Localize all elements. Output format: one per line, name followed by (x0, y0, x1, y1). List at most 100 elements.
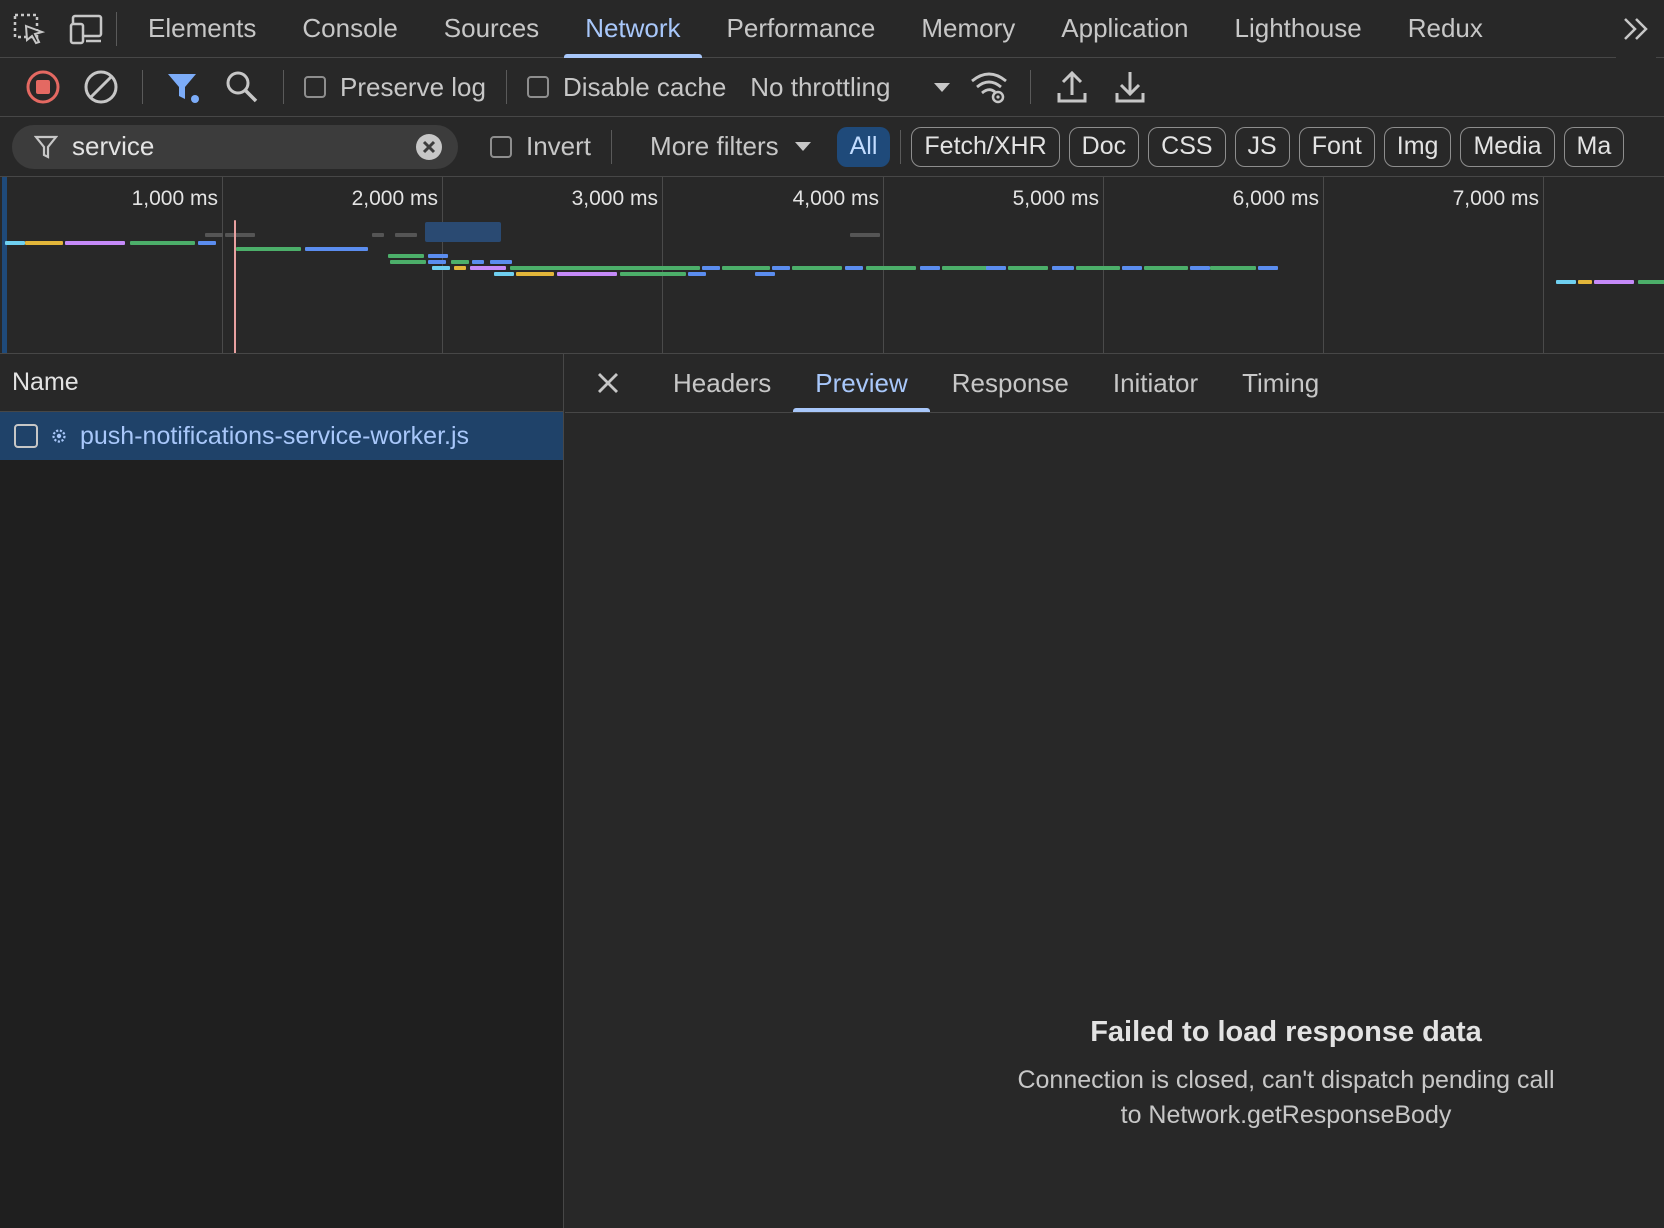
disable-cache-label: Disable cache (562, 71, 727, 102)
overview-request-bar (1210, 266, 1256, 270)
clear-filter-icon[interactable] (414, 132, 444, 162)
empty-preview-message: Failed to load response data Connection … (1011, 1016, 1561, 1133)
overview-request-bar (130, 241, 195, 245)
overview-request-bar (65, 241, 125, 245)
overview-request-bar (1076, 266, 1120, 270)
overview-request-bar (1594, 280, 1634, 284)
overview-request-bar (1144, 266, 1188, 270)
more-tabs-chevron-icon[interactable] (1616, 0, 1656, 58)
clear-icon[interactable] (72, 62, 130, 112)
tab-elements[interactable]: Elements (125, 0, 279, 58)
checkbox-box[interactable] (490, 135, 512, 158)
network-toolbar: Preserve log Disable cache No throttling (0, 58, 1664, 117)
row-checkbox[interactable] (14, 424, 38, 448)
tab-initiator[interactable]: Initiator (1091, 354, 1220, 412)
overview-request-bar (205, 233, 223, 237)
overview-request-bar (490, 260, 512, 264)
overview-gridline (442, 177, 443, 353)
toolbar-divider (283, 70, 284, 104)
request-list: Name push-notifications-service-worker.j… (0, 354, 564, 1228)
toolbar-divider (505, 70, 507, 104)
chip-media[interactable]: Media (1460, 126, 1555, 167)
tab-timing[interactable]: Timing (1220, 354, 1341, 412)
tab-preview[interactable]: Preview (793, 354, 931, 412)
name-column-header[interactable]: Name (0, 354, 563, 412)
preserve-log-label: Preserve log (340, 71, 486, 102)
toolbar-divider (116, 11, 117, 46)
overview-request-bar (428, 260, 446, 264)
table-row[interactable]: push-notifications-service-worker.js (0, 412, 563, 460)
overview-request-bar (557, 272, 617, 276)
invert-checkbox[interactable]: Invert (482, 131, 599, 162)
tab-performance[interactable]: Performance (704, 0, 899, 58)
chip-fetch-xhr[interactable]: Fetch/XHR (911, 126, 1060, 167)
overview-request-bar (432, 266, 450, 270)
overview-request-bar (198, 241, 216, 245)
overview-tick-label: 1,000 ms (131, 187, 218, 210)
tab-console[interactable]: Console (279, 0, 420, 58)
more-filters-dropdown[interactable]: More filters (624, 131, 831, 162)
stop-recording-icon[interactable] (14, 62, 72, 112)
chip-doc[interactable]: Doc (1068, 126, 1140, 167)
filter-active-icon[interactable] (155, 62, 213, 112)
overview-request-bar (1122, 266, 1142, 270)
preserve-log-checkbox[interactable]: Preserve log (296, 72, 494, 103)
disable-cache-checkbox[interactable]: Disable cache (519, 72, 734, 103)
tab-memory[interactable]: Memory (898, 0, 1038, 58)
request-name: push-notifications-service-worker.js (80, 421, 470, 450)
tab-network[interactable]: Network (562, 0, 703, 58)
overview-request-bar (236, 247, 301, 251)
overview-request-bar (372, 233, 384, 237)
overview-gridline (662, 177, 663, 353)
throttling-select[interactable]: No throttling (734, 72, 960, 103)
request-detail-panel: Headers Preview Response Initiator Timin… (565, 354, 1664, 1228)
overview-gridline (1323, 177, 1324, 353)
filter-input[interactable]: service (12, 124, 458, 169)
chip-all[interactable]: All (836, 126, 891, 167)
overview-request-bar (1190, 266, 1210, 270)
network-conditions-icon[interactable] (960, 62, 1018, 112)
panel-tabs: Elements Console Sources Network Perform… (125, 0, 1506, 58)
toolbar-divider (1030, 70, 1032, 104)
overview-request-bar (722, 266, 770, 270)
chip-font[interactable]: Font (1298, 126, 1375, 167)
overview-tick-label: 5,000 ms (1012, 187, 1099, 210)
overview-request-bar (702, 266, 720, 270)
tab-lighthouse[interactable]: Lighthouse (1212, 0, 1385, 58)
checkbox-box[interactable] (526, 76, 549, 98)
close-icon[interactable] (565, 354, 651, 412)
export-har-icon[interactable] (1101, 62, 1159, 112)
overview-request-bar (850, 233, 880, 237)
checkbox-box[interactable] (304, 76, 326, 98)
device-toolbar-icon[interactable] (58, 0, 116, 58)
filter-funnel-icon (34, 135, 58, 159)
tab-sources[interactable]: Sources (421, 0, 562, 58)
overview-request-bar (305, 247, 368, 251)
dropdown-caret-icon (794, 142, 811, 151)
toolbar-divider (900, 129, 902, 164)
overview-request-bar (225, 233, 255, 237)
overview-request-bar (1258, 266, 1278, 270)
chip-img[interactable]: Img (1383, 126, 1452, 167)
overview-request-bar (942, 266, 992, 270)
overview-request-bar (510, 266, 700, 270)
overview-request-bar (388, 254, 424, 258)
tab-headers[interactable]: Headers (651, 354, 793, 412)
tab-response[interactable]: Response (930, 354, 1091, 412)
filter-input-value[interactable]: service (72, 131, 400, 162)
tab-redux[interactable]: Redux (1385, 0, 1506, 58)
network-overview-timeline[interactable]: 1,000 ms 2,000 ms 3,000 ms 4,000 ms 5,000 ms… (0, 177, 1664, 354)
chip-js[interactable]: JS (1234, 126, 1290, 167)
overview-request-bar (454, 266, 466, 270)
tab-application[interactable]: Application (1038, 0, 1211, 58)
overview-selection-handle[interactable] (2, 177, 7, 353)
search-icon[interactable] (213, 62, 271, 112)
import-har-icon[interactable] (1043, 62, 1101, 112)
overview-request-bar (866, 266, 916, 270)
inspect-element-icon[interactable] (0, 0, 58, 58)
toolbar-divider (142, 70, 143, 104)
chip-css[interactable]: CSS (1148, 126, 1226, 167)
overview-request-bar (472, 260, 484, 264)
overview-request-bar (845, 266, 863, 270)
chip-manifest[interactable]: Ma (1563, 126, 1625, 167)
